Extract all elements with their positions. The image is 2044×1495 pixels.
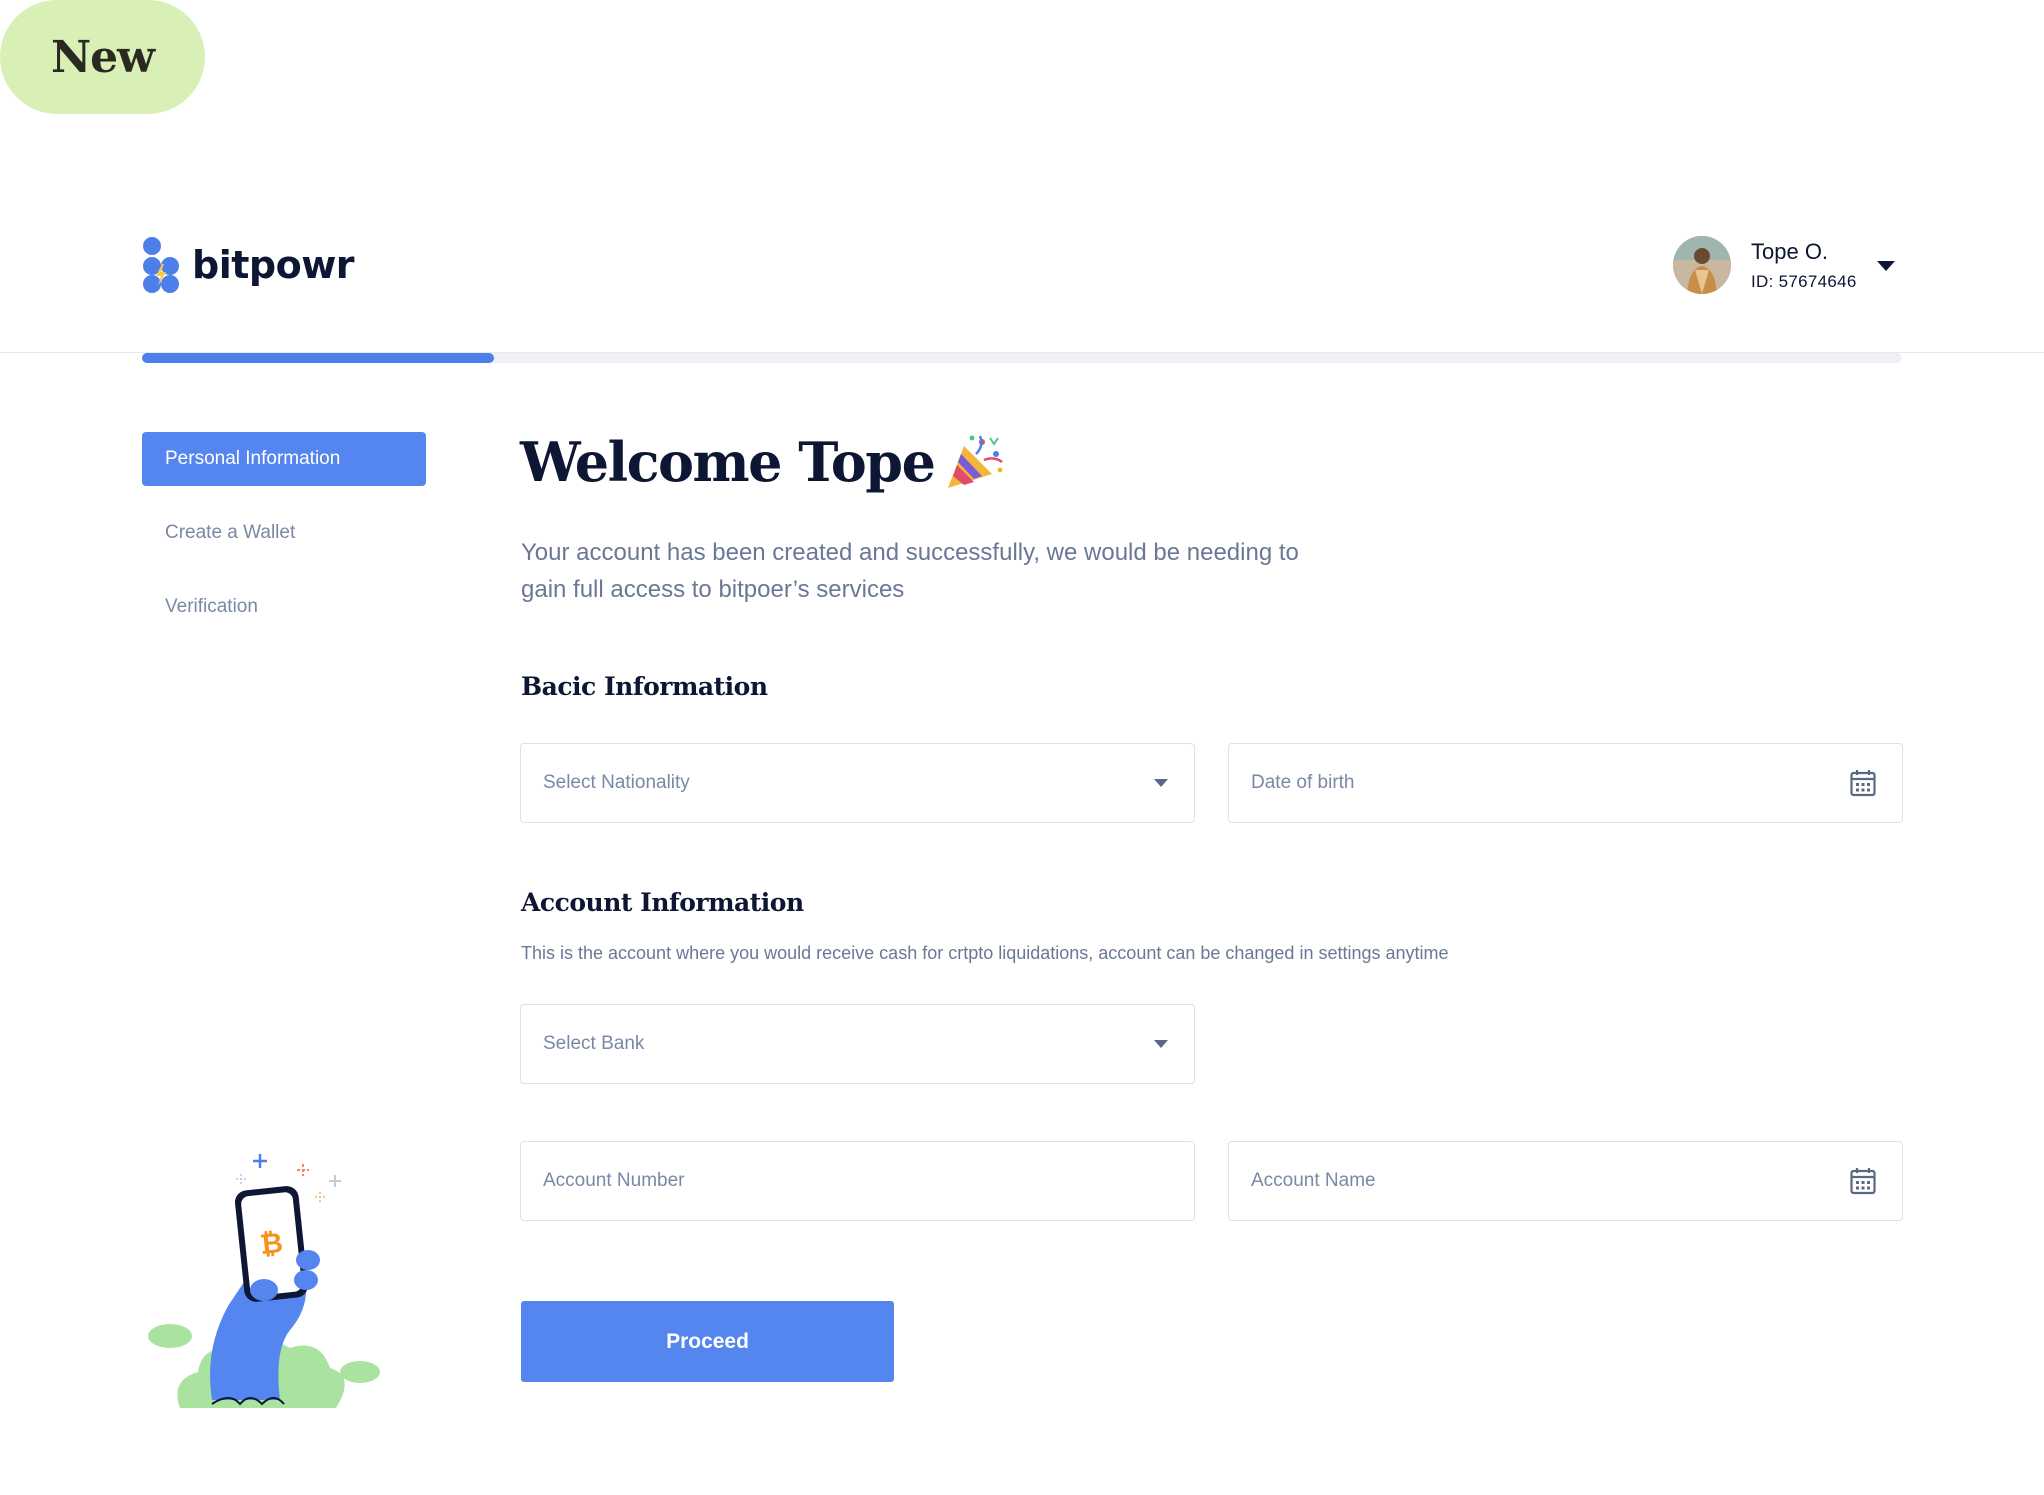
sidebar-item-verification[interactable]: Verification	[165, 596, 258, 618]
proceed-button[interactable]: Proceed	[521, 1301, 894, 1382]
new-badge: New	[0, 0, 205, 114]
brand-name: bitpowr	[192, 243, 355, 287]
progress-fill	[142, 353, 494, 363]
account-helper-text: This is the account where you would rece…	[521, 943, 1449, 963]
welcome-text: Welcome Tope	[520, 430, 936, 494]
account-number-field[interactable]: Account Number	[520, 1141, 1195, 1221]
user-name: Tope O.	[1751, 239, 1829, 264]
intro-text: Your account has been created and succes…	[521, 534, 1421, 608]
account-information-title: Account Information	[521, 888, 804, 917]
account-number-placeholder: Account Number	[543, 1170, 685, 1191]
sidebar-item-label: Verification	[165, 596, 258, 617]
user-menu[interactable]: Tope O. ID: 57674646	[1673, 236, 1857, 294]
dob-placeholder: Date of birth	[1251, 772, 1355, 793]
calendar-icon[interactable]	[1850, 769, 1876, 797]
nationality-select[interactable]: Select Nationality	[520, 743, 1195, 823]
intro-line-2: gain full access to bitpoer’s services	[521, 576, 905, 603]
phone-bitcoin-illustration: ₿	[148, 1154, 380, 1408]
sidebar-item-create-wallet[interactable]: Create a Wallet	[165, 522, 295, 544]
date-of-birth-field[interactable]: Date of birth	[1228, 743, 1903, 823]
bank-select[interactable]: Select Bank	[520, 1004, 1195, 1084]
sidebar-item-personal-information[interactable]: Personal Information	[142, 432, 426, 486]
user-id: ID: 57674646	[1751, 272, 1857, 291]
account-name-field[interactable]: Account Name	[1228, 1141, 1903, 1221]
page-title: Welcome Tope	[520, 430, 1006, 494]
bank-placeholder: Select Bank	[543, 1033, 645, 1054]
new-badge-label: New	[50, 31, 155, 83]
chevron-down-icon[interactable]	[1876, 259, 1896, 273]
basic-information-title: Bacic Information	[521, 672, 768, 701]
party-popper-icon	[948, 435, 1004, 488]
svg-text:₿: ₿	[258, 1226, 284, 1261]
brand-logo[interactable]: bitpowr	[142, 236, 355, 294]
avatar[interactable]	[1673, 236, 1731, 294]
sidebar-item-label: Personal Information	[165, 448, 341, 469]
sidebar-item-label: Create a Wallet	[165, 522, 296, 543]
avatar-image	[1673, 236, 1731, 294]
bitpowr-logo-icon	[143, 237, 179, 293]
nationality-placeholder: Select Nationality	[543, 772, 690, 793]
calendar-icon[interactable]	[1850, 1167, 1876, 1195]
chevron-down-icon	[1154, 1039, 1168, 1048]
account-name-placeholder: Account Name	[1251, 1170, 1376, 1191]
intro-line-1: Your account has been created and succes…	[521, 539, 1299, 566]
chevron-down-icon	[1154, 778, 1168, 787]
